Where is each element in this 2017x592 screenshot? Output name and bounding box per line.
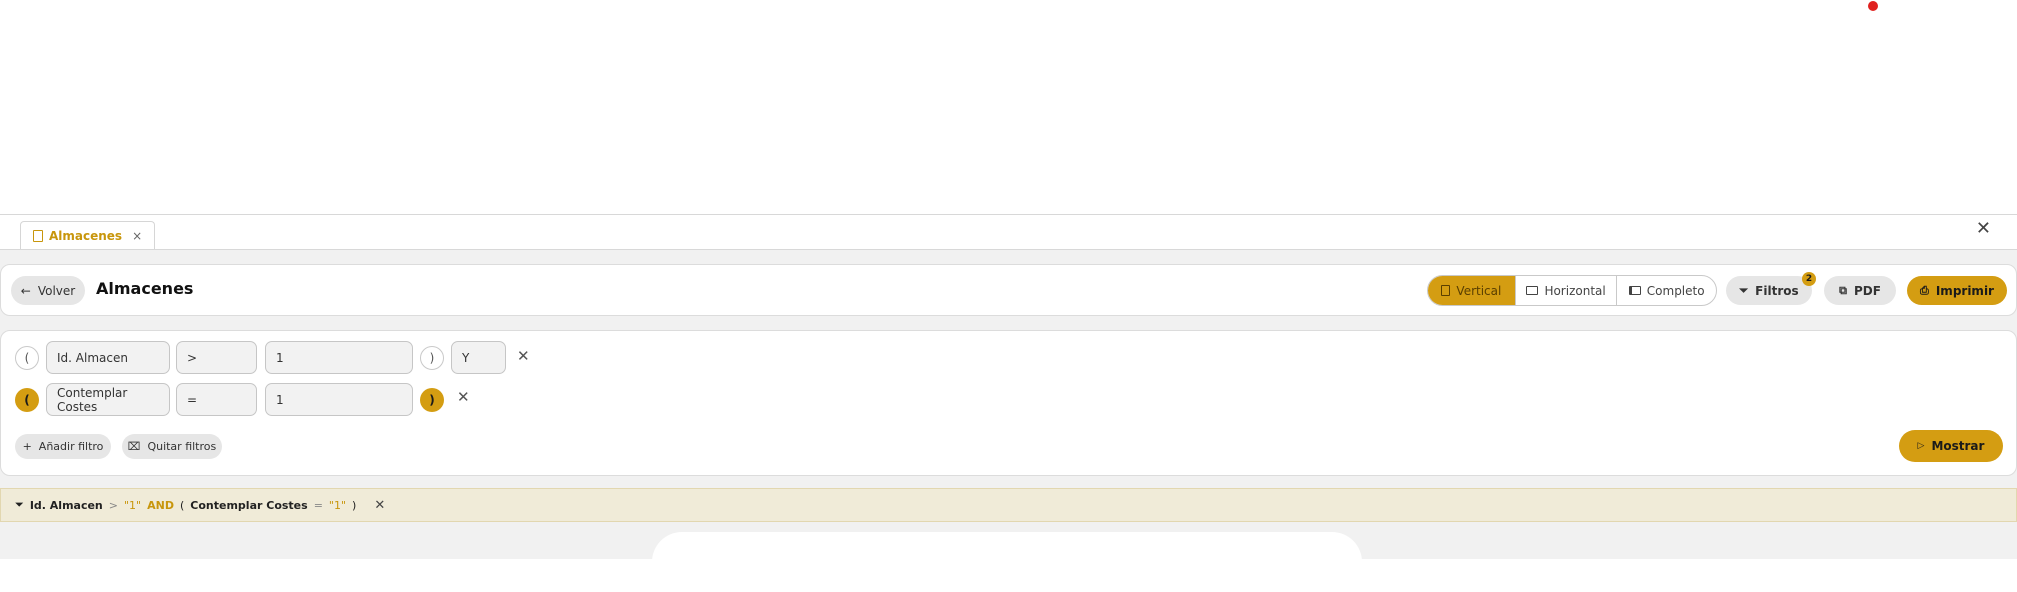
open-paren-toggle[interactable]: ( — [15, 388, 39, 412]
remove-filter-icon[interactable]: ✕ — [457, 388, 470, 406]
tab-bar: Almacenes × — [0, 214, 2017, 250]
open-paren-toggle[interactable]: ( — [15, 346, 39, 370]
view-horizontal-button[interactable]: Horizontal — [1516, 276, 1618, 305]
print-label: Imprimir — [1935, 283, 1994, 298]
filter-value-input[interactable]: 1 — [265, 383, 413, 416]
document-icon — [33, 229, 43, 242]
view-complete-button[interactable]: Completo — [1617, 276, 1716, 305]
add-filter-button[interactable]: + Añadir filtro — [15, 434, 111, 459]
landscape-page-icon — [1526, 286, 1539, 295]
filter-operator-select[interactable]: = — [176, 383, 257, 416]
view-complete-label: Completo — [1646, 283, 1705, 298]
summary-connector: AND — [147, 498, 174, 512]
filter-value-input[interactable]: 1 — [265, 341, 413, 374]
view-mode-toggle: Vertical Horizontal Completo — [1427, 275, 1717, 306]
view-vertical-label: Vertical — [1456, 283, 1502, 298]
status-dot — [1868, 1, 1878, 11]
active-filter-summary: ⏷ Id. Almacen > "1" AND ( Contemplar Cos… — [0, 488, 2017, 522]
plus-icon: + — [22, 440, 32, 453]
view-vertical-button[interactable]: Vertical — [1428, 276, 1516, 305]
folder-x-icon: ⌧ — [127, 440, 141, 453]
play-icon: ▷ — [1917, 441, 1925, 451]
summary-value: "1" — [124, 498, 142, 512]
filter-operator-select[interactable]: > — [176, 341, 257, 374]
full-page-icon — [1628, 286, 1641, 295]
remove-filter-icon[interactable]: ✕ — [517, 347, 530, 365]
filter-connector-select[interactable]: Y — [451, 341, 506, 374]
add-filter-label: Añadir filtro — [38, 440, 104, 453]
filter-field-select[interactable]: Id. Almacen — [46, 341, 170, 374]
filters-count-badge: 2 — [1802, 272, 1816, 286]
filters-button[interactable]: ⏷ Filtros 2 — [1726, 272, 1816, 305]
close-paren-toggle[interactable]: ) — [420, 346, 444, 370]
clear-summary-icon[interactable]: ✕ — [374, 498, 385, 513]
summary-open-paren: ( — [179, 498, 185, 512]
page-title: Almacenes — [96, 279, 194, 298]
report-preview — [652, 532, 1362, 592]
summary-operator: = — [313, 498, 323, 512]
filters-panel: ( Id. Almacen > 1 ) Y ✕ ( Contemplar Cos… — [0, 330, 2017, 476]
pdf-button[interactable]: ⧉ PDF — [1824, 276, 1896, 305]
clear-filters-label: Quitar filtros — [147, 440, 217, 453]
printer-icon: ⎙ — [1920, 283, 1929, 297]
clear-filters-button[interactable]: ⌧ Quitar filtros — [122, 434, 222, 459]
funnel-icon: ⏷ — [1739, 283, 1749, 297]
report-header: ← Volver Almacenes Vertical Horizontal C… — [0, 264, 2017, 316]
summary-field: Contemplar Costes — [190, 498, 308, 512]
pdf-label: PDF — [1853, 283, 1881, 298]
tab-label: Almacenes — [49, 228, 123, 243]
tab-almacenes[interactable]: Almacenes × — [20, 221, 156, 249]
portrait-page-icon — [1441, 285, 1451, 296]
funnel-icon: ⏷ — [15, 498, 24, 511]
view-horizontal-label: Horizontal — [1544, 283, 1606, 298]
show-button[interactable]: ▷ Mostrar — [1899, 430, 2003, 462]
filters-label: Filtros — [1755, 283, 1799, 298]
show-label: Mostrar — [1931, 439, 1985, 453]
arrow-left-icon: ← — [20, 283, 31, 298]
back-button[interactable]: ← Volver — [11, 276, 85, 305]
back-label: Volver — [37, 283, 76, 298]
summary-operator: > — [108, 498, 118, 512]
filter-field-select[interactable]: Contemplar Costes — [46, 383, 170, 416]
tab-close-icon[interactable]: × — [132, 229, 142, 243]
close-icon[interactable]: ✕ — [1976, 218, 1991, 239]
print-button[interactable]: ⎙ Imprimir — [1907, 276, 2007, 305]
copy-icon: ⧉ — [1839, 283, 1847, 297]
summary-field: Id. Almacen — [29, 498, 103, 512]
summary-close-paren: ) — [352, 498, 357, 512]
close-paren-toggle[interactable]: ) — [420, 388, 444, 412]
summary-value: "1" — [328, 498, 347, 512]
